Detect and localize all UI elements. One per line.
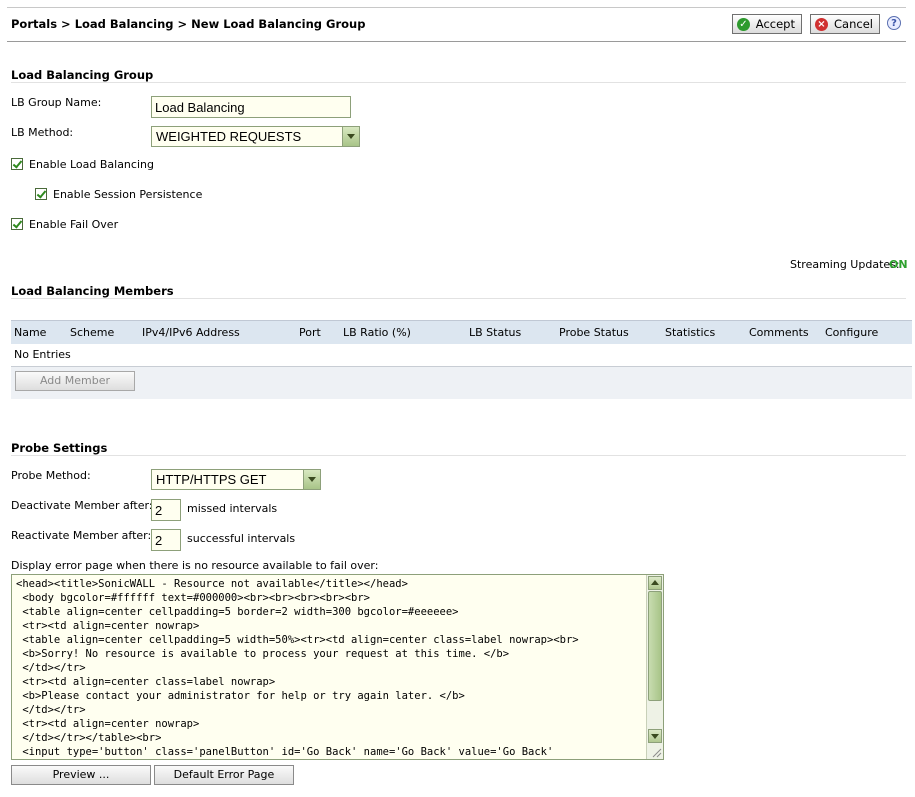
lb-method-select[interactable]: WEIGHTED REQUESTS <box>151 126 360 147</box>
members-table-footer: Add Member <box>11 366 912 399</box>
scrollbar-thumb[interactable] <box>648 591 662 701</box>
section-heading-probe: Probe Settings <box>11 441 108 455</box>
reactivate-member-label: Reactivate Member after: <box>11 529 152 542</box>
column-header-probe-status: Probe Status <box>559 326 629 339</box>
streaming-updates-status[interactable]: ON <box>889 258 908 271</box>
breadcrumb: Portals > Load Balancing > New Load Balancin… <box>11 17 369 31</box>
default-error-page-button[interactable]: Default Error Page <box>154 765 294 785</box>
column-header-name: Name <box>14 326 47 339</box>
error-page-label: Display error page when there is no reso… <box>11 559 379 572</box>
textarea-scrollbar[interactable] <box>646 575 663 759</box>
add-member-button[interactable]: Add Member <box>15 371 135 391</box>
lb-group-name-label: LB Group Name: <box>11 96 102 109</box>
lb-group-name-input[interactable] <box>151 96 351 118</box>
probe-method-value: HTTP/HTTPS GET <box>156 472 267 487</box>
deactivate-member-label: Deactivate Member after: <box>11 499 153 512</box>
enable-load-balancing-checkbox[interactable] <box>11 158 23 170</box>
accept-button-label: Accept <box>755 17 795 31</box>
probe-method-select[interactable]: HTTP/HTTPS GET <box>151 469 321 490</box>
enable-load-balancing-label: Enable Load Balancing <box>29 158 154 171</box>
column-header-comments: Comments <box>749 326 809 339</box>
breadcrumb-portals[interactable]: Portals <box>11 17 57 31</box>
section-heading-group: Load Balancing Group <box>11 68 154 82</box>
top-divider <box>7 7 906 8</box>
scroll-down-icon[interactable] <box>648 729 662 743</box>
lb-method-value: WEIGHTED REQUESTS <box>156 129 302 144</box>
deactivate-suffix-label: missed intervals <box>187 502 278 515</box>
section-divider <box>11 298 906 299</box>
cancel-button[interactable]: × Cancel <box>810 14 880 34</box>
probe-method-label: Probe Method: <box>11 469 91 482</box>
breadcrumb-load-balancing[interactable]: Load Balancing <box>75 17 174 31</box>
preview-button[interactable]: Preview ... <box>11 765 151 785</box>
no-entries-text: No Entries <box>14 348 71 361</box>
deactivate-intervals-input[interactable] <box>151 499 181 521</box>
breadcrumb-separator: > <box>61 17 71 31</box>
header-divider <box>7 41 906 42</box>
cancel-button-label: Cancel <box>834 17 873 31</box>
streaming-updates-label: Streaming Updates: <box>790 258 900 271</box>
breadcrumb-current-page: New Load Balancing Group <box>191 17 366 31</box>
enable-fail-over-checkbox[interactable] <box>11 218 23 230</box>
section-heading-members: Load Balancing Members <box>11 284 174 298</box>
chevron-down-icon[interactable] <box>342 127 359 146</box>
column-header-address: IPv4/IPv6 Address <box>142 326 240 339</box>
breadcrumb-separator: > <box>177 17 188 31</box>
table-row: No Entries <box>11 343 912 366</box>
section-divider <box>11 82 906 83</box>
column-header-lb-ratio: LB Ratio (%) <box>343 326 411 339</box>
column-header-configure: Configure <box>825 326 879 339</box>
check-icon: ✓ <box>737 17 750 31</box>
enable-session-persistence-label: Enable Session Persistence <box>53 188 203 201</box>
scroll-up-icon[interactable] <box>648 576 662 590</box>
members-table-header: Name Scheme IPv4/IPv6 Address Port LB Ra… <box>11 320 912 344</box>
reactivate-suffix-label: successful intervals <box>187 532 296 545</box>
error-page-textarea[interactable]: <head><title>SonicWALL - Resource not av… <box>11 574 664 760</box>
lb-method-label: LB Method: <box>11 126 74 139</box>
column-header-scheme: Scheme <box>70 326 115 339</box>
accept-button[interactable]: ✓ Accept <box>732 14 802 34</box>
column-header-statistics: Statistics <box>665 326 716 339</box>
reactivate-intervals-input[interactable] <box>151 529 181 551</box>
resize-grip-icon[interactable] <box>650 746 662 758</box>
enable-session-persistence-checkbox[interactable] <box>35 188 47 200</box>
help-icon[interactable]: ? <box>887 16 901 30</box>
enable-fail-over-label: Enable Fail Over <box>29 218 119 231</box>
close-icon: × <box>815 17 828 31</box>
column-header-port: Port <box>299 326 321 339</box>
section-divider <box>11 455 906 456</box>
chevron-down-icon[interactable] <box>303 470 320 489</box>
error-page-html[interactable]: <head><title>SonicWALL - Resource not av… <box>16 577 646 759</box>
column-header-lb-status: LB Status <box>469 326 522 339</box>
